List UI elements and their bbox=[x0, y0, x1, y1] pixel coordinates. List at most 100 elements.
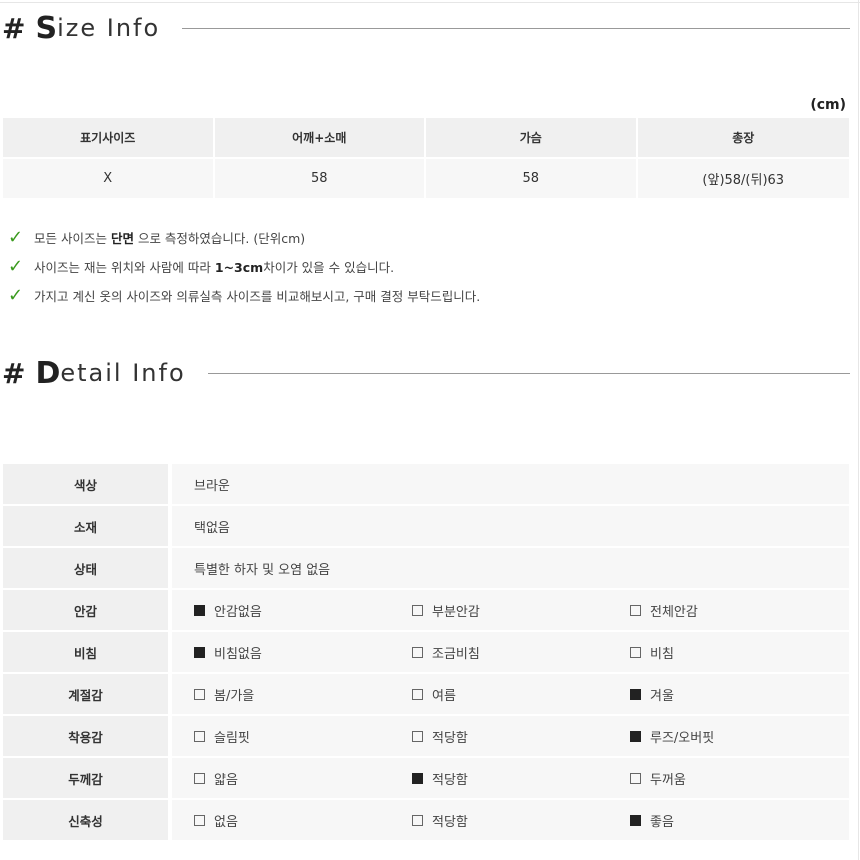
detail-option-label: 없음 bbox=[214, 814, 238, 830]
detail-option-label: 비침 bbox=[650, 646, 674, 662]
checked-box-icon bbox=[630, 814, 641, 826]
detail-option-label: 얇음 bbox=[214, 772, 238, 788]
heading-initial: D bbox=[35, 355, 61, 391]
detail-option: 부분안감 bbox=[412, 601, 630, 620]
size-table-header-row: 표기사이즈 어깨+소매 가슴 총장 bbox=[3, 118, 849, 159]
detail-option: 안감없음 bbox=[194, 601, 412, 620]
heading-text: etail Info bbox=[60, 359, 186, 387]
detail-row: 착용감 슬림핏 적당함 루즈/오버핏 bbox=[3, 716, 849, 758]
top-border bbox=[0, 2, 860, 3]
detail-option-label: 적당함 bbox=[432, 814, 468, 830]
right-border bbox=[858, 0, 859, 860]
detail-option-label: 전체안감 bbox=[650, 604, 698, 620]
detail-options: 안감없음 부분안감 전체안감 bbox=[194, 601, 848, 620]
detail-option: 비침 bbox=[630, 643, 848, 662]
check-mark-icon: ✓ bbox=[8, 227, 24, 248]
heading-divider bbox=[207, 372, 850, 374]
detail-value: 특별한 하자 및 오염 없음 bbox=[172, 548, 849, 590]
detail-option: 얇음 bbox=[194, 769, 412, 788]
detail-options: 슬림핏 적당함 루즈/오버핏 bbox=[194, 727, 848, 746]
note-text: 사이즈는 재는 위치와 사람에 따라 1~3cm차이가 있을 수 있습니다. bbox=[34, 257, 394, 276]
note-emphasis: 1~3cm bbox=[214, 260, 264, 275]
detail-table: 색상 브라운 소재 택없음 상태 특별한 하자 및 오염 없음 안감 안감없음 부분안감 전체안감… bbox=[3, 464, 849, 842]
empty-box-icon bbox=[630, 604, 641, 616]
detail-options: 비침없음 조금비침 비침 bbox=[194, 643, 848, 662]
detail-value: 없음 적당함 좋음 bbox=[172, 800, 849, 842]
detail-option-label: 여름 bbox=[432, 688, 456, 704]
detail-option: 좋음 bbox=[630, 811, 848, 830]
detail-option: 비침없음 bbox=[194, 643, 412, 662]
heading-hash: # bbox=[2, 356, 26, 390]
check-mark-icon: ✓ bbox=[8, 285, 24, 306]
detail-option: 적당함 bbox=[412, 727, 630, 746]
note-text-part: 차이가 있을 수 있습니다. bbox=[263, 260, 395, 275]
size-header-cell: 총장 bbox=[637, 118, 849, 159]
heading-divider bbox=[182, 27, 850, 29]
detail-option: 여름 bbox=[412, 685, 630, 704]
empty-box-icon bbox=[194, 730, 205, 742]
empty-box-icon bbox=[194, 814, 205, 826]
note-text: 가지고 계신 옷의 사이즈와 의류실측 사이즈를 비교해보시고, 구매 결정 부… bbox=[34, 286, 480, 305]
detail-label: 색상 bbox=[3, 464, 172, 506]
empty-box-icon bbox=[412, 646, 423, 658]
size-header-cell: 어깨+소매 bbox=[214, 118, 426, 159]
detail-option: 두꺼움 bbox=[630, 769, 848, 788]
checked-box-icon bbox=[630, 730, 641, 742]
detail-option: 전체안감 bbox=[630, 601, 848, 620]
empty-box-icon bbox=[194, 772, 205, 784]
empty-box-icon bbox=[630, 772, 641, 784]
size-note: ✓ 모든 사이즈는 단면 으로 측정하였습니다. (단위cm) bbox=[8, 223, 480, 252]
empty-box-icon bbox=[194, 688, 205, 700]
detail-value: 브라운 bbox=[172, 464, 849, 506]
size-note: ✓ 가지고 계신 옷의 사이즈와 의류실측 사이즈를 비교해보시고, 구매 결정… bbox=[8, 281, 480, 310]
detail-option-label: 부분안감 bbox=[432, 604, 480, 620]
detail-value: 비침없음 조금비침 비침 bbox=[172, 632, 849, 674]
detail-value: 택없음 bbox=[172, 506, 849, 548]
detail-option-label: 비침없음 bbox=[214, 646, 262, 662]
empty-box-icon bbox=[412, 688, 423, 700]
detail-row: 신축성 없음 적당함 좋음 bbox=[3, 800, 849, 842]
detail-row: 계절감 봄/가을 여름 겨울 bbox=[3, 674, 849, 716]
detail-option: 적당함 bbox=[412, 811, 630, 830]
detail-label: 비침 bbox=[3, 632, 172, 674]
detail-option-label: 안감없음 bbox=[214, 604, 262, 620]
detail-row: 안감 안감없음 부분안감 전체안감 bbox=[3, 590, 849, 632]
size-cell: 58 bbox=[426, 159, 638, 198]
detail-option: 슬림핏 bbox=[194, 727, 412, 746]
detail-label: 계절감 bbox=[3, 674, 172, 716]
size-table-row: X 58 58 (앞)58/(뒤)63 bbox=[3, 159, 849, 198]
note-text-part: 으로 측정하였습니다. (단위cm) bbox=[133, 231, 306, 246]
detail-value: 슬림핏 적당함 루즈/오버핏 bbox=[172, 716, 849, 758]
detail-option-label: 적당함 bbox=[432, 730, 468, 746]
detail-row: 두께감 얇음 적당함 두꺼움 bbox=[3, 758, 849, 800]
checked-box-icon bbox=[194, 646, 205, 658]
detail-option: 없음 bbox=[194, 811, 412, 830]
empty-box-icon bbox=[412, 814, 423, 826]
detail-label: 신축성 bbox=[3, 800, 172, 842]
note-text-part: 모든 사이즈는 bbox=[34, 231, 111, 246]
heading-text: ize Info bbox=[57, 14, 161, 42]
detail-option: 조금비침 bbox=[412, 643, 630, 662]
detail-option-label: 루즈/오버핏 bbox=[650, 730, 715, 746]
detail-options: 없음 적당함 좋음 bbox=[194, 811, 848, 830]
checked-box-icon bbox=[412, 772, 423, 784]
detail-value: 안감없음 부분안감 전체안감 bbox=[172, 590, 849, 632]
detail-label: 안감 bbox=[3, 590, 172, 632]
detail-info-heading: # D etail Info bbox=[2, 355, 850, 391]
checked-box-icon bbox=[194, 604, 205, 616]
detail-label: 소재 bbox=[3, 506, 172, 548]
check-mark-icon: ✓ bbox=[8, 256, 24, 277]
size-header-cell: 가슴 bbox=[426, 118, 638, 159]
detail-option: 봄/가을 bbox=[194, 685, 412, 704]
note-emphasis: 단면 bbox=[110, 231, 134, 246]
detail-value: 봄/가을 여름 겨울 bbox=[172, 674, 849, 716]
detail-value: 얇음 적당함 두꺼움 bbox=[172, 758, 849, 800]
detail-row: 소재 택없음 bbox=[3, 506, 849, 548]
size-note: ✓ 사이즈는 재는 위치와 사람에 따라 1~3cm차이가 있을 수 있습니다. bbox=[8, 252, 480, 281]
note-text-part: 사이즈는 재는 위치와 사람에 따라 bbox=[34, 260, 215, 275]
detail-row: 비침 비침없음 조금비침 비침 bbox=[3, 632, 849, 674]
detail-option-label: 슬림핏 bbox=[214, 730, 250, 746]
detail-row: 상태 특별한 하자 및 오염 없음 bbox=[3, 548, 849, 590]
size-header-cell: 표기사이즈 bbox=[3, 118, 215, 159]
size-cell: X bbox=[3, 159, 215, 198]
